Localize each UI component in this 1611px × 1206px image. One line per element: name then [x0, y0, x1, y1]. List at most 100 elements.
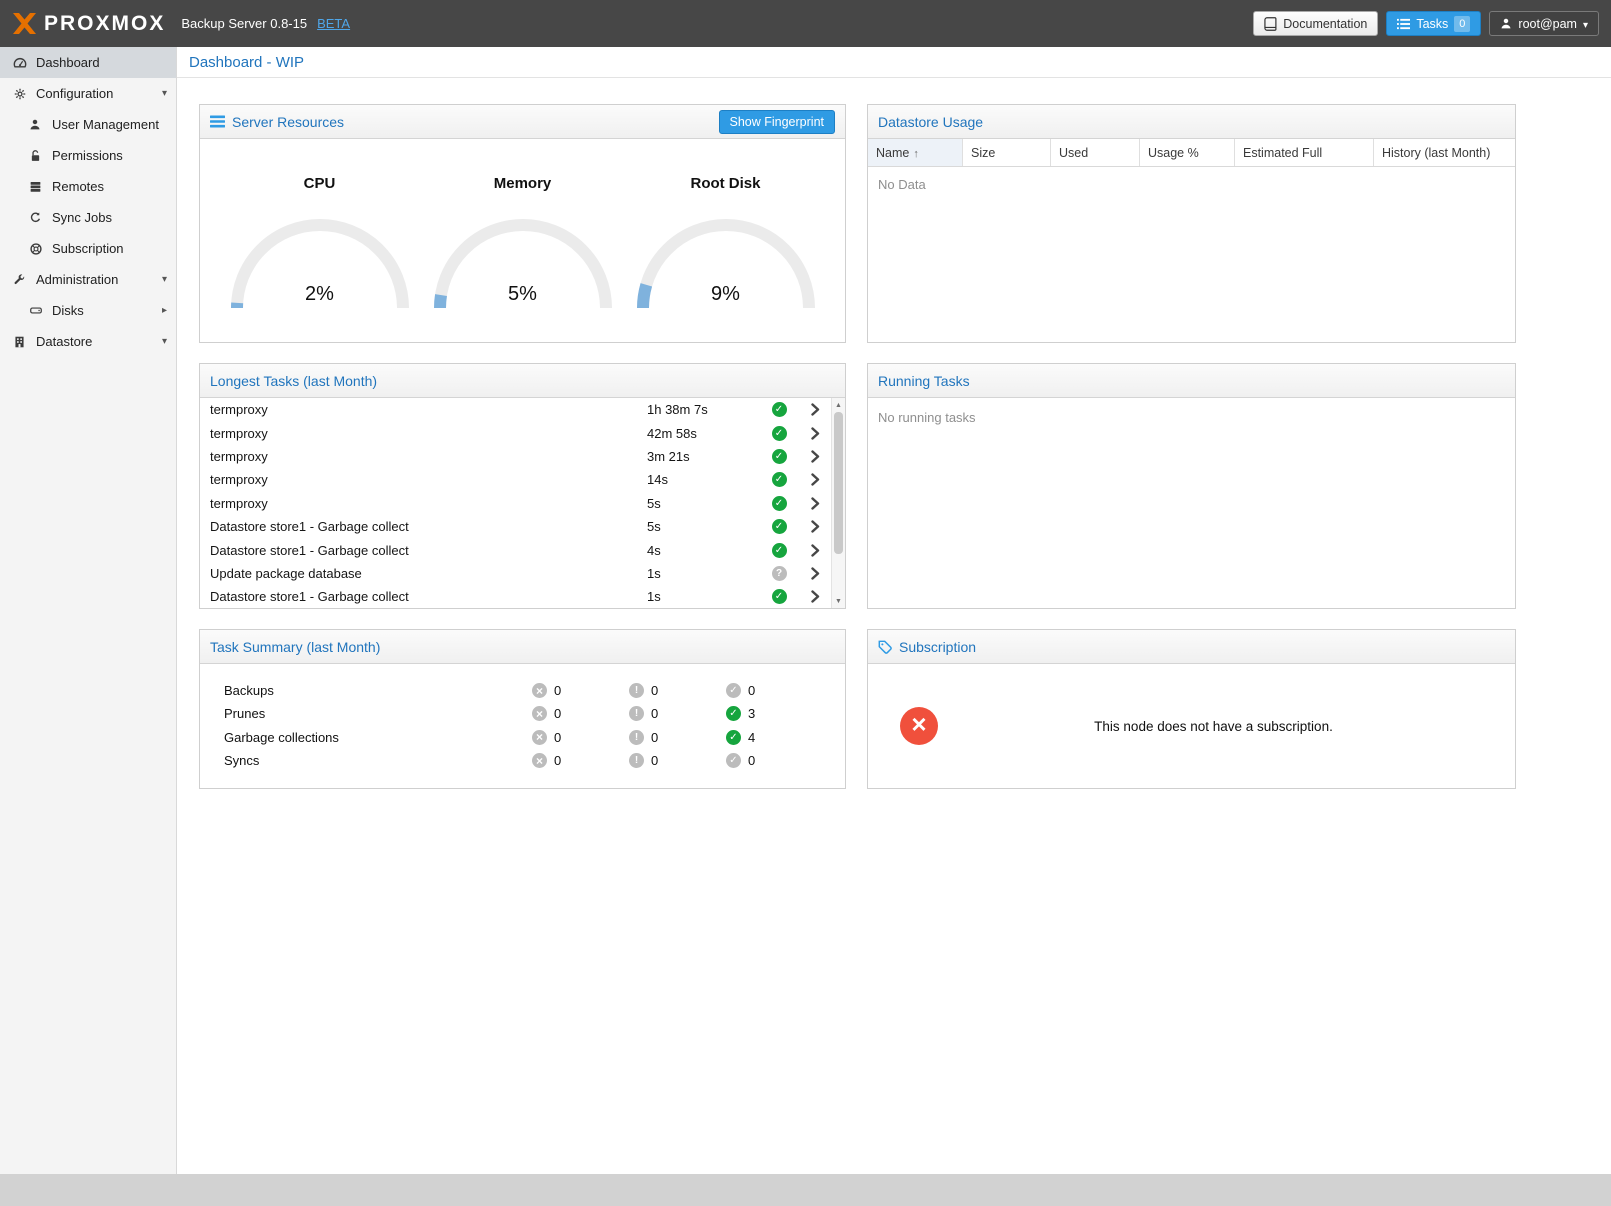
column-header[interactable]: Size: [963, 139, 1051, 166]
ok-value: 0: [748, 683, 755, 698]
ok-value: 4: [748, 730, 755, 745]
column-header[interactable]: Used: [1051, 139, 1140, 166]
sidebar-item[interactable]: Configuration: [0, 78, 176, 109]
ok-count[interactable]: 3: [726, 706, 823, 721]
column-header[interactable]: History (last Month): [1374, 139, 1515, 166]
open-task-chevron-icon[interactable]: [799, 427, 831, 440]
beta-link[interactable]: BETA: [317, 16, 350, 31]
open-task-chevron-icon[interactable]: [799, 567, 831, 580]
sidebar-item[interactable]: User Management: [0, 109, 176, 140]
subscription-message: This node does not have a subscription.: [938, 719, 1489, 734]
running-tasks-body: No running tasks: [868, 398, 1515, 608]
longest-tasks-panel: Longest Tasks (last Month) termproxy 1h …: [199, 363, 846, 609]
server-resources-panel: Server Resources Show Fingerprint CPU: [199, 104, 846, 343]
sidebar-item[interactable]: Subscription: [0, 233, 176, 264]
task-row[interactable]: Datastore store1 - Garbage collect 4s: [200, 538, 831, 561]
scroll-down-button[interactable]: [832, 594, 846, 608]
scrollbar[interactable]: [831, 398, 845, 608]
no-subscription-icon: [900, 707, 938, 745]
sidebar-item-label: Permissions: [52, 148, 123, 163]
tasks-button[interactable]: Tasks 0: [1386, 11, 1481, 36]
ok-count[interactable]: 0: [726, 683, 823, 698]
gauge-arc: 9%: [631, 212, 821, 312]
ok-count[interactable]: 0: [726, 753, 823, 768]
ok-count[interactable]: 4: [726, 730, 823, 745]
sidebar-item[interactable]: Remotes: [0, 171, 176, 202]
sidebar-item-icon: [29, 304, 45, 317]
column-header[interactable]: Usage %: [1140, 139, 1235, 166]
task-row[interactable]: termproxy 14s: [200, 468, 831, 491]
show-fingerprint-button[interactable]: Show Fingerprint: [719, 110, 836, 134]
error-circle-icon: [532, 753, 547, 768]
no-running-tasks-text: No running tasks: [878, 410, 976, 425]
user-menu-label: root@pam: [1518, 17, 1577, 31]
column-header[interactable]: Estimated Full: [1235, 139, 1374, 166]
error-count[interactable]: 0: [532, 706, 629, 721]
main-area: Dashboard - WIP Server Resources Show Fi…: [177, 47, 1611, 1174]
gauge-value: 9%: [631, 283, 821, 306]
task-row[interactable]: termproxy 3m 21s: [200, 445, 831, 468]
sidebar-item[interactable]: Datastore: [0, 326, 176, 357]
warning-circle-icon: [629, 683, 644, 698]
warning-count[interactable]: 0: [629, 706, 726, 721]
open-task-chevron-icon[interactable]: [799, 590, 831, 603]
sidebar-item-icon: [29, 118, 45, 131]
book-icon: [1264, 17, 1277, 31]
sidebar-item-label: Subscription: [52, 241, 124, 256]
task-row[interactable]: termproxy 5s: [200, 492, 831, 515]
scroll-thumb[interactable]: [834, 412, 843, 554]
sidebar-item-label: Remotes: [52, 179, 104, 194]
sidebar-item-label: Sync Jobs: [52, 210, 112, 225]
task-row[interactable]: Datastore store1 - Garbage collect 5s: [200, 515, 831, 538]
error-count[interactable]: 0: [532, 753, 629, 768]
column-header-label: Usage %: [1148, 146, 1199, 160]
sidebar-item-icon: [13, 335, 29, 349]
datastore-usage-title: Datastore Usage: [878, 114, 983, 130]
error-count[interactable]: 0: [532, 730, 629, 745]
warning-count[interactable]: 0: [629, 730, 726, 745]
task-summary-row: Prunes 0 0 3: [200, 702, 845, 725]
open-task-chevron-icon[interactable]: [799, 450, 831, 463]
open-task-chevron-icon[interactable]: [799, 403, 831, 416]
sidebar-item-icon: [13, 87, 29, 101]
task-duration: 1s: [647, 589, 759, 604]
sidebar-item-icon: [13, 56, 29, 70]
task-row[interactable]: termproxy 1h 38m 7s: [200, 398, 831, 421]
longest-tasks-header: Longest Tasks (last Month): [200, 364, 845, 398]
scroll-up-button[interactable]: [832, 398, 846, 412]
documentation-button[interactable]: Documentation: [1253, 11, 1378, 36]
sidebar-item[interactable]: Sync Jobs: [0, 202, 176, 233]
user-menu-button[interactable]: root@pam: [1489, 11, 1599, 36]
open-task-chevron-icon[interactable]: [799, 520, 831, 533]
sidebar-item-label: Disks: [52, 303, 84, 318]
task-row[interactable]: Update package database 1s: [200, 562, 831, 585]
task-row[interactable]: termproxy 42m 58s: [200, 421, 831, 444]
task-row[interactable]: Datastore store1 - Garbage collect 1s: [200, 585, 831, 608]
task-summary-row: Backups 0 0 0: [200, 679, 845, 702]
expander-icon: [162, 88, 167, 99]
open-task-chevron-icon[interactable]: [799, 497, 831, 510]
expander-icon: [162, 305, 167, 316]
sidebar-item[interactable]: Administration: [0, 264, 176, 295]
task-duration: 14s: [647, 472, 759, 487]
open-task-chevron-icon[interactable]: [799, 473, 831, 486]
task-summary-header: Task Summary (last Month): [200, 630, 845, 664]
no-data-text: No Data: [878, 177, 926, 192]
column-header[interactable]: Name: [868, 139, 963, 166]
subscription-tag-icon: [878, 640, 892, 654]
error-circle-icon: [532, 730, 547, 745]
task-duration: 1h 38m 7s: [647, 402, 759, 417]
warning-count[interactable]: 0: [629, 683, 726, 698]
sidebar-item[interactable]: Disks: [0, 295, 176, 326]
error-circle-icon: [532, 706, 547, 721]
warning-count[interactable]: 0: [629, 753, 726, 768]
task-name: termproxy: [200, 449, 647, 464]
column-header-label: History (last Month): [1382, 146, 1490, 160]
datastore-table-body: No Data: [868, 167, 1515, 342]
error-count[interactable]: 0: [532, 683, 629, 698]
sidebar-item[interactable]: Dashboard: [0, 47, 176, 78]
open-task-chevron-icon[interactable]: [799, 544, 831, 557]
sidebar-item[interactable]: Permissions: [0, 140, 176, 171]
sidebar-item-label: Configuration: [36, 86, 113, 101]
scroll-track[interactable]: [832, 412, 845, 594]
